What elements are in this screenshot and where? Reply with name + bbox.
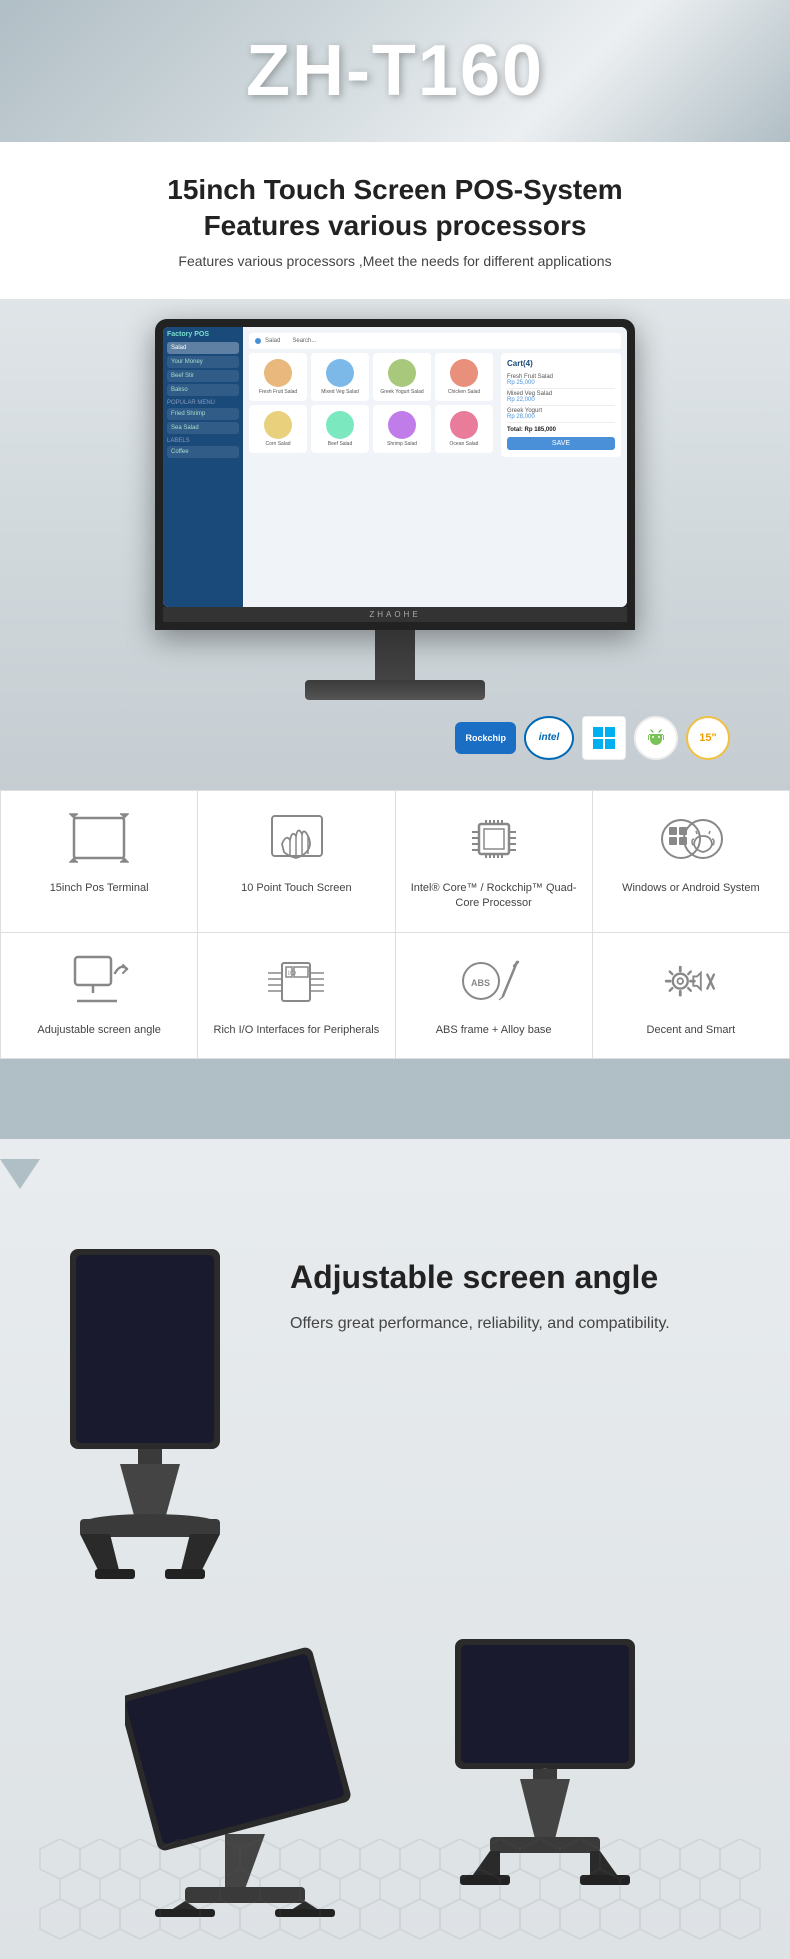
food-item: Corn Salad: [249, 405, 307, 453]
svg-text:ABS: ABS: [471, 978, 490, 988]
device-left-image: [40, 1239, 260, 1579]
design-icon: [656, 953, 726, 1013]
intel-badge: intel: [524, 716, 574, 760]
cart-item: Mixed Veg SaladRp 22,000: [507, 389, 615, 406]
feature-label-os: Windows or Android System: [622, 881, 760, 896]
pos-device-side-svg: [50, 1239, 250, 1579]
pos-sidebar: Factory POS Salad Your Money Beef Stir B…: [163, 327, 243, 607]
cart-item: Fresh Fruit SaladRp 25,000: [507, 372, 615, 389]
expand-icon: [64, 811, 134, 871]
rockchip-badge: Rockchip: [455, 722, 516, 754]
pos-brand-name: ZHAOHE: [163, 607, 627, 622]
pos-monitor: Factory POS Salad Your Money Beef Stir B…: [155, 319, 635, 630]
feature-label-15inch: 15inch Pos Terminal: [50, 881, 149, 896]
pos-image-area: Factory POS Salad Your Money Beef Stir B…: [0, 299, 790, 790]
angle-icon: [64, 953, 134, 1013]
windows-icon: [592, 726, 616, 750]
monitor-base: [305, 680, 485, 700]
os-icon: [656, 811, 726, 871]
feature-label-touch: 10 Point Touch Screen: [241, 881, 351, 896]
feature-cell-os: Windows or Android System: [593, 791, 790, 933]
food-item: Beef Salad: [311, 405, 369, 453]
food-item: Mixed Veg Salad: [311, 353, 369, 401]
android-badge: [634, 716, 678, 760]
food-item: Shrimp Salad: [373, 405, 431, 453]
pos-topbar: Salad Search...: [249, 333, 621, 349]
sidebar-item: Your Money: [167, 356, 239, 368]
features-title: 15inch Touch Screen POS-SystemFeatures v…: [40, 172, 750, 245]
adjustable-desc: Offers great performance, reliability, a…: [290, 1311, 750, 1337]
cart-panel: Cart(4) Fresh Fruit SaladRp 25,000 Mixed…: [501, 353, 621, 457]
feature-cell-design: Decent and Smart: [593, 933, 790, 1059]
svg-text:I/O: I/O: [288, 971, 296, 977]
product-title: ZH-T160: [20, 30, 770, 112]
features-section: 15inch Touch Screen POS-SystemFeatures v…: [0, 142, 790, 299]
sidebar-item: Beef Stir: [167, 370, 239, 382]
feature-label-io: Rich I/O Interfaces for Peripherals: [214, 1023, 380, 1038]
feature-cell-abs: ABS ABS frame + Alloy base: [396, 933, 593, 1059]
hero-section: ZH-T160: [0, 0, 790, 142]
feature-label-angle: Adujustable screen angle: [37, 1023, 161, 1038]
abs-icon: ABS: [459, 953, 529, 1013]
pos-main: Salad Search... Fresh Fruit Salad: [243, 327, 627, 607]
hex-bg-pattern: [0, 1839, 790, 1959]
feature-cell-touch: 10 Point Touch Screen: [198, 791, 395, 933]
adjustable-section: Adjustable screen angle Offers great per…: [0, 1139, 790, 1959]
features-grid: 15inch Pos Terminal 10 Point Touch Scree…: [0, 790, 790, 1059]
feature-cell-io: I/O Rich I/O Interfaces for Peripherals: [198, 933, 395, 1059]
feature-cell-cpu: Intel® Core™ / Rockchip™ Quad-Core Proce…: [396, 791, 593, 933]
sidebar-item: Sea Salad: [167, 422, 239, 434]
gray-divider: [0, 1059, 790, 1139]
android-icon: [644, 726, 668, 750]
food-item: Ocean Salad: [435, 405, 493, 453]
adjustable-text: Adjustable screen angle Offers great per…: [290, 1219, 750, 1337]
cart-item: Greek YogurtRp 28,000: [507, 406, 615, 423]
cart-title: Cart(4): [507, 359, 615, 368]
feature-cell-angle: Adujustable screen angle: [1, 933, 198, 1059]
sidebar-item: Fried Shrimp: [167, 408, 239, 420]
food-item: Greek Yogurt Salad: [373, 353, 431, 401]
food-grid: Fresh Fruit Salad Mixed Veg Salad Greek …: [249, 353, 493, 453]
sidebar-item: Salad: [167, 342, 239, 354]
pos-screen: Factory POS Salad Your Money Beef Stir B…: [163, 327, 627, 607]
windows-badge: [582, 716, 626, 760]
feature-label-abs: ABS frame + Alloy base: [436, 1023, 552, 1038]
features-subtitle: Features various processors ,Meet the ne…: [40, 253, 750, 269]
food-item: Fresh Fruit Salad: [249, 353, 307, 401]
monitor-neck: [375, 630, 415, 680]
pay-button[interactable]: SAVE: [507, 437, 615, 450]
hex-pattern-svg: [0, 1839, 790, 1959]
io-icon: I/O: [261, 953, 331, 1013]
sidebar-item: Bakso: [167, 384, 239, 396]
feature-cell-15inch: 15inch Pos Terminal: [1, 791, 198, 933]
touch-icon: [261, 811, 331, 871]
cpu-icon: [459, 811, 529, 871]
food-item: Chicken Salad: [435, 353, 493, 401]
adjustable-heading: Adjustable screen angle: [290, 1259, 750, 1296]
15inch-badge: 15": [686, 716, 730, 760]
sidebar-item: Coffee: [167, 446, 239, 458]
arrow-down-icon: [0, 1159, 40, 1189]
feature-label-design: Decent and Smart: [647, 1023, 736, 1038]
adjustable-content: Adjustable screen angle Offers great per…: [0, 1199, 790, 1599]
cart-total: Total: Rp 185,000: [507, 427, 615, 433]
feature-label-cpu: Intel® Core™ / Rockchip™ Quad-Core Proce…: [406, 881, 582, 912]
section-arrow: [0, 1159, 790, 1189]
